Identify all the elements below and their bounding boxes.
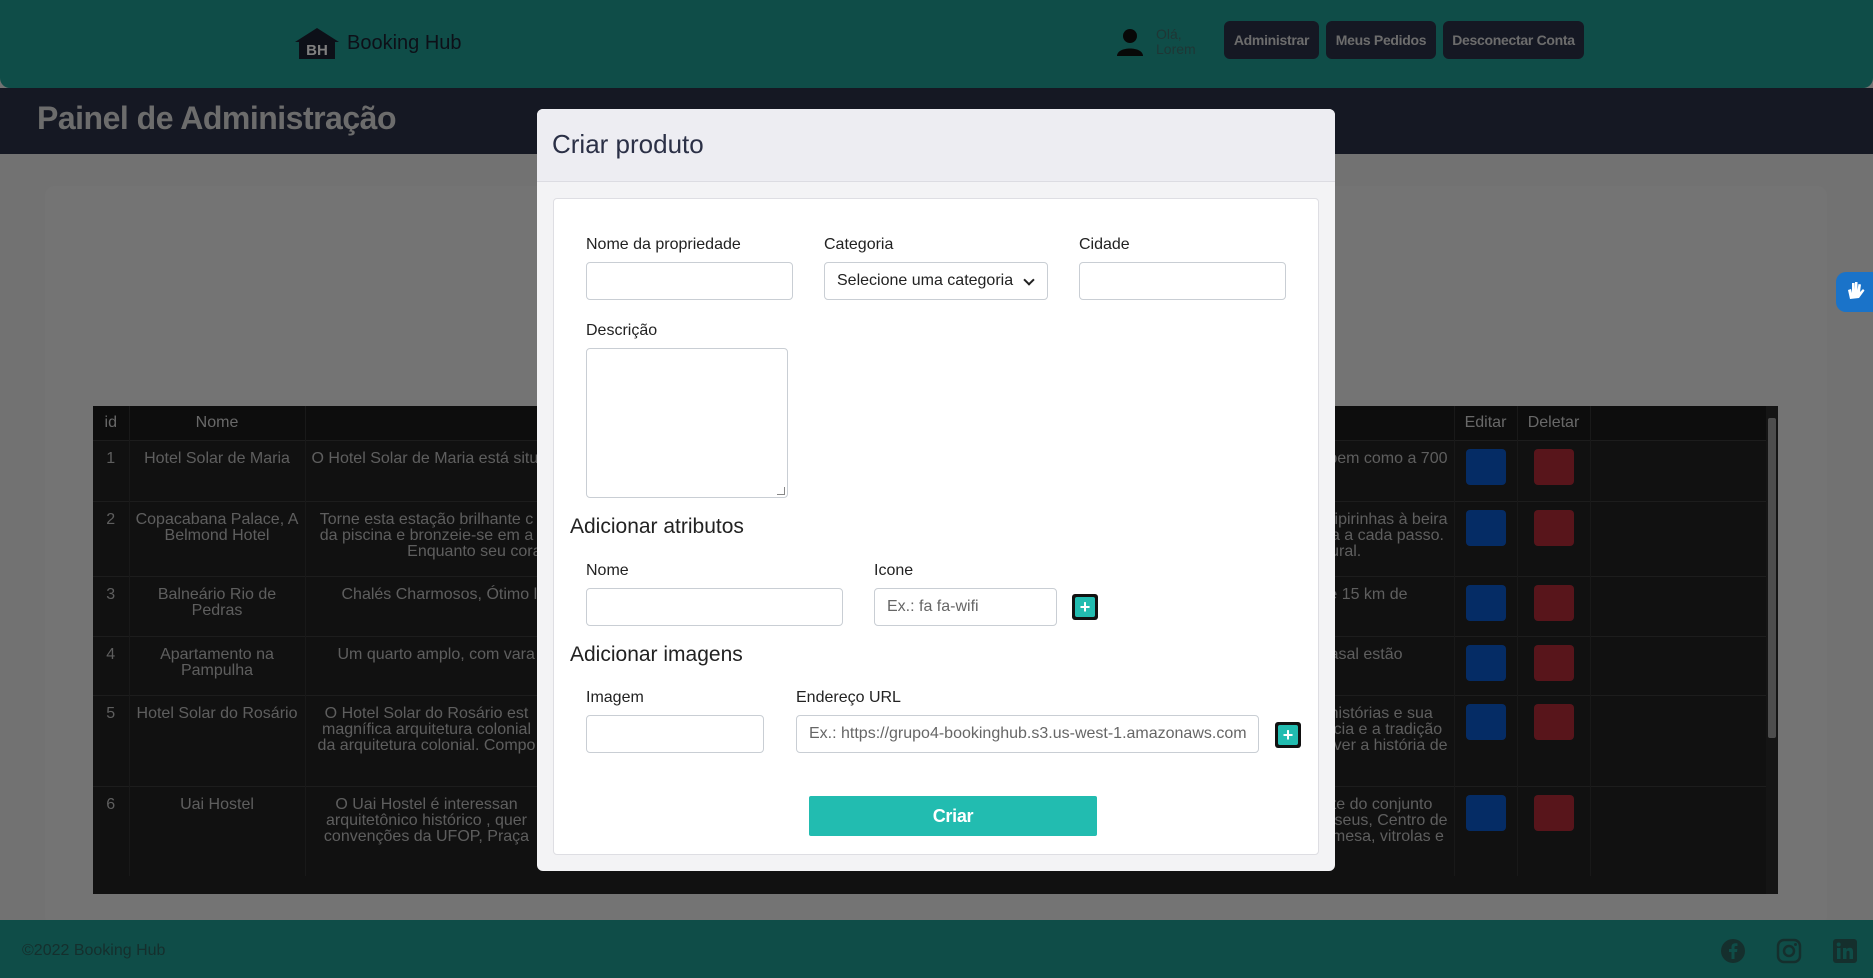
url-label: Endereço URL (796, 689, 901, 706)
images-section-title: Adicionar imagens (570, 643, 743, 666)
chevron-down-icon (1023, 274, 1035, 286)
property-name-label: Nome da propriedade (586, 236, 741, 253)
category-selected-value: Selecione uma categoria (837, 272, 1014, 289)
modal-title: Criar produto (552, 129, 704, 159)
create-button[interactable]: Criar (809, 796, 1097, 836)
modal-header: Criar produto (537, 109, 1335, 182)
attributes-section-title: Adicionar atributos (570, 515, 744, 538)
city-label: Cidade (1079, 236, 1130, 253)
create-product-form: Nome da propriedade Categoria Selecione … (553, 198, 1319, 855)
image-input[interactable] (586, 715, 764, 753)
image-label: Imagem (586, 689, 644, 706)
description-textarea[interactable] (586, 348, 788, 498)
sign-language-hand-icon (1844, 279, 1866, 306)
attribute-name-input[interactable] (586, 588, 843, 626)
image-url-input[interactable]: Ex.: https://grupo4-bookinghub.s3.us-wes… (796, 715, 1259, 753)
property-name-input[interactable] (586, 262, 793, 300)
city-input[interactable] (1079, 262, 1286, 300)
plus-icon: + (1075, 597, 1095, 617)
create-product-modal: Criar produto Nome da propriedade Catego… (537, 109, 1335, 871)
icon-input-placeholder: Ex.: fa fa-wifi (887, 598, 979, 615)
url-input-placeholder: Ex.: https://grupo4-bookinghub.s3.us-wes… (809, 725, 1247, 742)
plus-icon: + (1278, 725, 1298, 745)
attribute-icon-input[interactable]: Ex.: fa fa-wifi (874, 588, 1057, 626)
add-image-button[interactable]: + (1275, 722, 1301, 748)
category-select[interactable]: Selecione uma categoria (824, 262, 1048, 300)
attribute-icon-label: Icone (874, 562, 914, 579)
attribute-name-label: Nome (586, 562, 629, 579)
resize-handle-icon[interactable] (777, 487, 785, 495)
description-label: Descrição (586, 322, 658, 339)
category-label: Categoria (824, 236, 894, 253)
accessibility-widget-button[interactable] (1836, 272, 1873, 312)
add-attribute-button[interactable]: + (1072, 594, 1098, 620)
